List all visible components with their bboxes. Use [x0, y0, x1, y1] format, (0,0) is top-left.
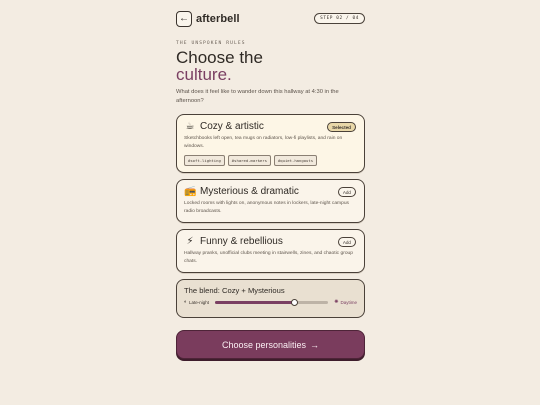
slider-right-label: ✺ Daytime — [334, 299, 357, 306]
tag-list: #soft-lighting #shared-markers #quiet-ha… — [184, 155, 357, 166]
choose-personalities-button[interactable]: Choose personalities → — [176, 330, 365, 359]
slider-track[interactable] — [215, 299, 329, 306]
blend-panel: The blend: Cozy + Mysterious ◐ Late-nigh… — [176, 279, 365, 318]
slider-fill — [215, 301, 295, 304]
moon-icon: ◐ — [184, 299, 188, 305]
blend-title: The blend: Cozy + Mysterious — [184, 286, 285, 295]
top-bar: ← afterbell STEP 02 / 04 — [176, 10, 365, 27]
selected-badge[interactable]: Selected — [327, 122, 356, 132]
option-description: Locked rooms with lights on, anonymous n… — [184, 201, 350, 214]
option-title: Cozy & artistic — [200, 121, 264, 132]
option-card-cozy[interactable]: ☕ Cozy & artistic Selected Sketchbooks l… — [176, 114, 365, 173]
add-button[interactable]: Add — [337, 187, 356, 197]
option-card-header: ⚡ Funny & rebellious — [184, 236, 357, 247]
tag-chip: #quiet-hangouts — [273, 155, 318, 166]
sun-icon: ✺ — [334, 299, 339, 305]
cta-label: Choose personalities — [221, 339, 307, 350]
step-indicator: STEP 02 / 04 — [314, 13, 365, 24]
late-night-label: Late-night — [189, 300, 210, 305]
back-button[interactable]: ← — [176, 10, 192, 27]
radio-icon: 📻 — [184, 185, 197, 197]
option-description: Sketchbooks left open, tea mugs on radia… — [184, 136, 343, 149]
arrow-left-icon: ← — [179, 12, 189, 24]
option-card-funny[interactable]: ⚡ Funny & rebellious Add Hallway pranks,… — [176, 229, 365, 273]
lightning-icon: ⚡ — [186, 235, 194, 247]
coffee-cup-icon: ☕ — [185, 120, 195, 132]
page-description: What does it feel like to wander down th… — [176, 89, 339, 104]
brand-name: afterbell — [196, 12, 240, 25]
daytime-label: Daytime — [340, 300, 357, 305]
time-slider: ◐ Late-night ✺ Daytime — [184, 299, 357, 306]
option-card-mysterious[interactable]: 📻 Mysterious & dramatic Add Locked rooms… — [176, 179, 365, 223]
onboarding-panel: ← afterbell STEP 02 / 04 THE UNSPOKEN RU… — [176, 10, 365, 359]
option-card-header: 📻 Mysterious & dramatic — [184, 186, 357, 197]
tag-chip: #shared-markers — [227, 155, 271, 166]
culture-options: ☕ Cozy & artistic Selected Sketchbooks l… — [176, 114, 365, 273]
option-title: Funny & rebellious — [200, 236, 283, 247]
option-title: Mysterious & dramatic — [200, 186, 299, 197]
page-title-accent: culture. — [176, 65, 232, 84]
section-eyebrow: THE UNSPOKEN RULES — [176, 41, 246, 46]
option-description: Hallway pranks, unofficial clubs meeting… — [184, 251, 353, 264]
arrow-right-icon: → — [310, 339, 320, 350]
page-title: Choose the culture. — [176, 49, 365, 83]
add-button[interactable]: Add — [337, 237, 356, 247]
brand: ← afterbell — [176, 10, 240, 27]
tag-chip: #soft-lighting — [184, 155, 225, 166]
slider-handle[interactable] — [290, 299, 298, 306]
slider-left-label: ◐ Late-night — [184, 299, 210, 306]
